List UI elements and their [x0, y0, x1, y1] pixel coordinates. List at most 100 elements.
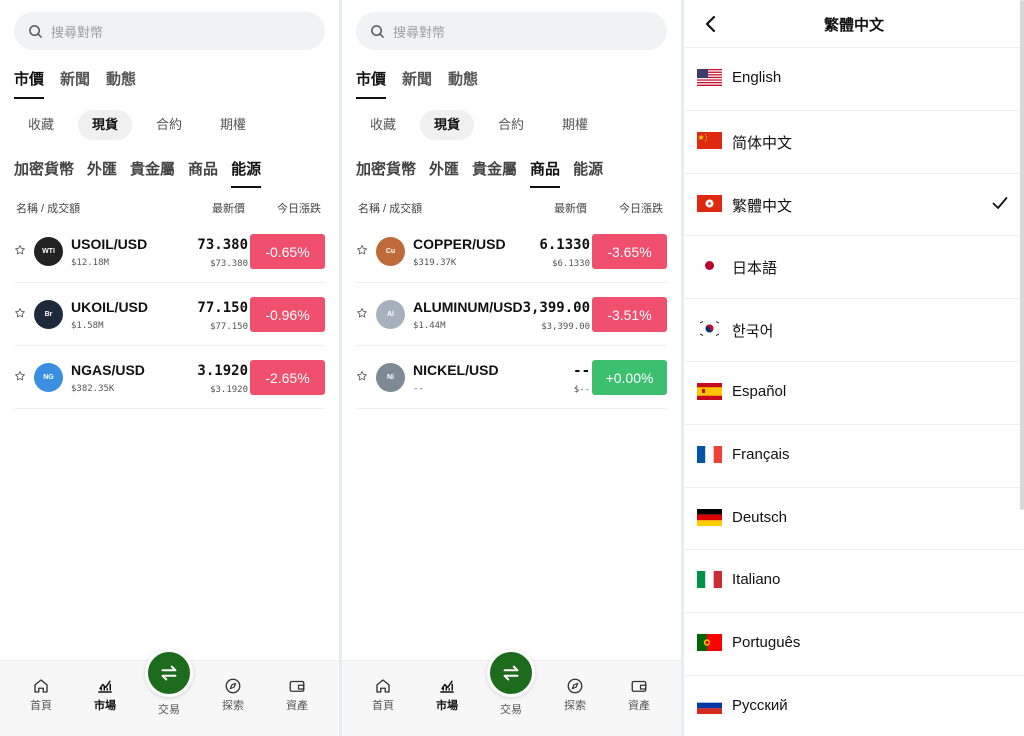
- category-precious-metals[interactable]: 貴金屬: [472, 158, 517, 188]
- category-energy[interactable]: 能源: [573, 158, 603, 188]
- col-last-price[interactable]: 最新價: [212, 200, 245, 216]
- language-label: 한국어: [732, 323, 774, 341]
- nav-market[interactable]: 市場: [83, 675, 127, 713]
- change-badge[interactable]: +0.00%: [592, 360, 667, 395]
- category-forex[interactable]: 外匯: [87, 158, 117, 188]
- table-row[interactable]: Br UKOIL/USD $1.58M 77.150 $77.150 -0.96…: [14, 283, 325, 346]
- category-crypto[interactable]: 加密貨幣: [14, 158, 74, 188]
- language-item-portuguese[interactable]: Português: [684, 613, 1024, 676]
- language-item-russian[interactable]: Русский: [684, 676, 1024, 736]
- nav-explore[interactable]: 探索: [211, 675, 255, 713]
- it-flag-icon: [697, 571, 722, 589]
- trade-button[interactable]: [487, 649, 535, 697]
- trade-button[interactable]: [145, 649, 193, 697]
- language-item-korean[interactable]: 한국어: [684, 299, 1024, 362]
- search-placeholder: 搜尋對幣: [393, 24, 446, 40]
- table-row[interactable]: WTI USOIL/USD $12.18M 73.380 $73.380 -0.…: [14, 220, 325, 283]
- language-item-simplified-chinese[interactable]: 简体中文: [684, 111, 1024, 174]
- col-last-price[interactable]: 最新價: [554, 200, 587, 216]
- category-commodities[interactable]: 商品: [188, 158, 218, 188]
- star-icon[interactable]: [14, 370, 26, 382]
- pair-symbol: ALUMINUM/USD: [413, 299, 523, 315]
- table-row[interactable]: Ni NICKEL/USD -- -- $-- +0.00%: [356, 346, 667, 409]
- nav-explore-label: 探索: [222, 700, 244, 712]
- tab-feed[interactable]: 動態: [106, 68, 136, 99]
- home-icon: [34, 679, 48, 693]
- market-chart-icon: [98, 680, 112, 693]
- pt-flag-icon: [697, 634, 722, 652]
- language-label: 繁體中文: [732, 197, 793, 215]
- nav-assets[interactable]: 資產: [617, 675, 661, 713]
- category-crypto[interactable]: 加密貨幣: [356, 158, 416, 188]
- search-input[interactable]: 搜尋對幣: [14, 12, 325, 50]
- tab-contracts[interactable]: 合約: [484, 110, 538, 140]
- col-name-volume[interactable]: 名稱 / 成交額: [358, 200, 422, 216]
- language-item-spanish[interactable]: Español: [684, 362, 1024, 425]
- coin-icon: Ni: [376, 363, 405, 392]
- last-price: --: [573, 363, 590, 379]
- language-item-french[interactable]: Français: [684, 425, 1024, 488]
- page-title: 繁體中文: [823, 17, 884, 34]
- nav-assets[interactable]: 資產: [275, 675, 319, 713]
- table-row[interactable]: Cu COPPER/USD $319.37K 6.1330 $6.1330 -3…: [356, 220, 667, 283]
- category-forex[interactable]: 外匯: [429, 158, 459, 188]
- col-today-change[interactable]: 今日漲跌: [277, 200, 321, 216]
- tab-news[interactable]: 新聞: [402, 68, 432, 99]
- category-precious-metals[interactable]: 貴金屬: [130, 158, 175, 188]
- nav-trade-label: 交易: [500, 704, 522, 716]
- change-badge[interactable]: -3.51%: [592, 297, 667, 332]
- pair-volume: $382.35K: [71, 384, 115, 394]
- star-icon[interactable]: [14, 307, 26, 319]
- top-tabs: 市價 新聞 動態: [14, 68, 136, 99]
- nav-assets-label: 資產: [286, 700, 308, 712]
- market-panel-energy: 搜尋對幣 市價 新聞 動態 收藏 現貨 合約 期權 加密貨幣 外匯 貴金屬 商品…: [0, 0, 339, 736]
- pair-volume: --: [413, 384, 424, 394]
- nav-market[interactable]: 市場: [425, 675, 469, 713]
- search-placeholder: 搜尋對幣: [51, 24, 104, 40]
- tab-market-price[interactable]: 市價: [356, 68, 387, 99]
- nav-explore-label: 探索: [564, 700, 586, 712]
- market-list: Cu COPPER/USD $319.37K 6.1330 $6.1330 -3…: [342, 220, 681, 409]
- star-icon[interactable]: [356, 370, 368, 382]
- tab-options[interactable]: 期權: [548, 110, 602, 140]
- tab-contracts[interactable]: 合約: [142, 110, 196, 140]
- star-icon[interactable]: [356, 307, 368, 319]
- star-icon[interactable]: [356, 244, 368, 256]
- language-item-traditional-chinese[interactable]: 繁體中文: [684, 174, 1024, 237]
- scrollbar[interactable]: [1020, 0, 1024, 510]
- nav-home[interactable]: 首頁: [19, 675, 63, 713]
- change-badge[interactable]: -0.96%: [250, 297, 325, 332]
- search-input[interactable]: 搜尋對幣: [356, 12, 667, 50]
- compass-icon: [567, 678, 583, 694]
- language-item-english[interactable]: English: [684, 48, 1024, 111]
- language-list: English 简体中文 繁體中文 日本語 한국어 Español França…: [684, 48, 1024, 736]
- col-today-change[interactable]: 今日漲跌: [619, 200, 663, 216]
- category-energy[interactable]: 能源: [231, 158, 262, 188]
- table-row[interactable]: Al ALUMINUM/USD $1.44M 3,399.00 $3,399.0…: [356, 283, 667, 346]
- table-row[interactable]: NG NGAS/USD $382.35K 3.1920 $3.1920 -2.6…: [14, 346, 325, 409]
- tab-feed[interactable]: 動態: [448, 68, 478, 99]
- tab-favorites[interactable]: 收藏: [14, 110, 68, 140]
- tab-spot[interactable]: 現貨: [420, 110, 474, 140]
- tab-market-price[interactable]: 市價: [14, 68, 45, 99]
- language-item-japanese[interactable]: 日本語: [684, 236, 1024, 300]
- tab-spot[interactable]: 現貨: [78, 110, 132, 140]
- pair-volume: $1.58M: [71, 321, 104, 331]
- star-icon[interactable]: [14, 244, 26, 256]
- tab-favorites[interactable]: 收藏: [356, 110, 410, 140]
- category-commodities[interactable]: 商品: [530, 158, 561, 188]
- change-badge[interactable]: -0.65%: [250, 234, 325, 269]
- change-badge[interactable]: -3.65%: [592, 234, 667, 269]
- language-item-italian[interactable]: Italiano: [684, 550, 1024, 614]
- language-label: 日本語: [732, 260, 778, 278]
- change-badge[interactable]: -2.65%: [250, 360, 325, 395]
- search-icon: [371, 24, 384, 38]
- col-name-volume[interactable]: 名稱 / 成交額: [16, 200, 80, 216]
- bottom-nav: 首頁 市場 交易 探索 資產: [342, 649, 681, 736]
- tab-news[interactable]: 新聞: [60, 68, 90, 99]
- nav-market-label: 市場: [436, 700, 458, 712]
- language-item-german[interactable]: Deutsch: [684, 488, 1024, 551]
- nav-explore[interactable]: 探索: [553, 675, 597, 713]
- tab-options[interactable]: 期權: [206, 110, 260, 140]
- nav-home[interactable]: 首頁: [361, 675, 405, 713]
